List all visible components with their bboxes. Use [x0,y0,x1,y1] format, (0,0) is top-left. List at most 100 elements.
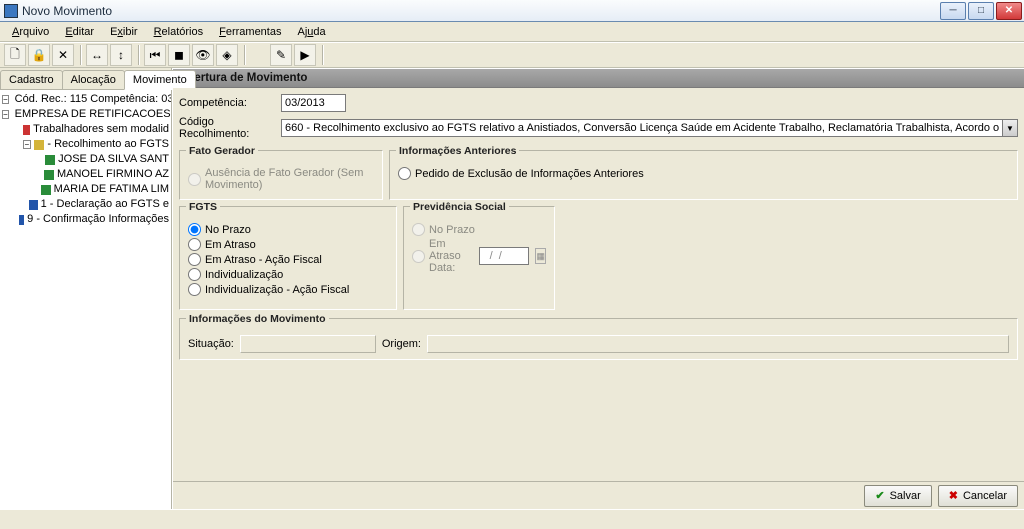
group-row-1: Fato Gerador Ausência de Fato Gerador (S… [179,144,1018,200]
tree-label: EMPRESA DE RETIFICACOES [15,107,171,122]
radio-label: Ausência de Fato Gerador (Sem Movimento) [205,167,374,191]
menu-editar[interactable]: Editar [57,24,102,40]
situacao-label: Situação: [188,338,234,350]
toolbar-expand-h-icon[interactable]: ↔ [86,44,108,66]
toolbar-separator [80,45,82,65]
radio-label: Em Atraso [205,239,256,251]
minimize-button[interactable]: ─ [940,2,966,20]
origem-value [427,335,1009,353]
window-title: Novo Movimento [22,4,938,18]
tree-node-empresa[interactable]: −EMPRESA DE RETIFICACOES [2,107,169,122]
radio-fgts-em-atraso[interactable]: Em Atraso [188,238,388,251]
row-competencia: Competência: [179,94,1018,112]
radio-label: Individualização [205,269,283,281]
radio-prev-no-prazo: No Prazo [412,223,546,236]
radio-input [188,173,201,186]
prev-date-input [479,247,529,265]
work-area: Cadastro Alocação Movimento −Cód. Rec.: … [0,68,1024,509]
menu-relatorios[interactable]: Relatórios [146,24,212,40]
radio-input[interactable] [188,283,201,296]
tree[interactable]: −Cód. Rec.: 115 Competência: 03/20 −EMPR… [0,90,171,509]
group-legend: Informações Anteriores [396,145,519,157]
toolbar: 🗋 🔒 ✕ ↔ ↕ ⏮ ◼ 👁 ◈ ✎ ▶ [0,42,1024,68]
toolbar-find-icon[interactable]: 👁 [192,44,214,66]
radio-input[interactable] [188,268,201,281]
maximize-button[interactable]: □ [968,2,994,20]
group-fato-gerador: Fato Gerador Ausência de Fato Gerador (S… [179,150,383,200]
cod-rec-input[interactable] [281,119,1003,137]
situacao-value [240,335,376,353]
folder-icon [34,140,44,150]
group-legend: Informações do Movimento [186,313,329,325]
radio-pedido-exclusao[interactable]: Pedido de Exclusão de Informações Anteri… [398,167,1009,180]
radio-input[interactable] [188,253,201,266]
radio-fgts-individ[interactable]: Individualização [188,268,388,281]
left-pane: Cadastro Alocação Movimento −Cód. Rec.: … [0,68,172,509]
tree-node-emp1[interactable]: JOSE DA SILVA SANT [2,152,169,167]
right-pane: Abertura de Movimento Competência: Códig… [172,68,1024,509]
tab-movimento[interactable]: Movimento [124,70,196,90]
person-icon [41,185,51,195]
radio-input[interactable] [188,238,201,251]
group-fgts: FGTS No Prazo Em Atraso Em Atraso - Ação… [179,206,397,310]
menu-ferramentas[interactable]: Ferramentas [211,24,289,40]
competencia-label: Competência: [179,97,281,109]
cancelar-button[interactable]: ✖ Cancelar [938,485,1018,507]
tree-node-rec[interactable]: − - Recolhimento ao FGTS [2,137,169,152]
toolbar-delete-icon[interactable]: ✕ [52,44,74,66]
toolbar-expand-v-icon[interactable]: ↕ [110,44,132,66]
radio-label: Em Atraso Data: [429,238,476,274]
button-label: Salvar [890,490,921,502]
tree-label: - Recolhimento ao FGTS [47,137,169,152]
info-row: Situação: Origem: [188,335,1009,353]
radio-fgts-acao-fiscal[interactable]: Em Atraso - Ação Fiscal [188,253,388,266]
row-cod-rec: Código Recolhimento: ▼ [179,116,1018,140]
toolbar-separator [322,45,324,65]
radio-fgts-individ-af[interactable]: Individualização - Ação Fiscal [188,283,388,296]
person-icon [45,155,56,165]
close-button[interactable]: ✕ [996,2,1022,20]
doc-icon [29,200,38,210]
radio-input[interactable] [188,223,201,236]
toolbar-cube-icon[interactable]: ◈ [216,44,238,66]
toolbar-stop-icon[interactable]: ◼ [168,44,190,66]
app-icon [4,4,18,18]
salvar-button[interactable]: ✔ Salvar [864,485,931,507]
tree-node-conf[interactable]: 9 - Confirmação Informações [2,212,169,227]
toolbar-first-icon[interactable]: ⏮ [144,44,166,66]
tab-alocacao[interactable]: Alocação [62,70,125,90]
tree-label: 9 - Confirmação Informações [27,212,169,227]
tree-node-trab[interactable]: Trabalhadores sem modalid [2,122,169,137]
menu-arquivo[interactable]: Arquivo [4,24,57,40]
tab-cadastro[interactable]: Cadastro [0,70,63,90]
doc-icon [19,215,25,225]
toolbar-play-icon[interactable]: ▶ [294,44,316,66]
toolbar-lock-icon[interactable]: 🔒 [28,44,50,66]
tree-label: 1 - Declaração ao FGTS e [41,197,169,212]
radio-label: Pedido de Exclusão de Informações Anteri… [415,168,644,180]
tree-node-root[interactable]: −Cód. Rec.: 115 Competência: 03/20 [2,92,169,107]
tree-node-emp2[interactable]: MANOEL FIRMINO AZ [2,167,169,182]
tree-node-emp3[interactable]: MARIA DE FATIMA LIM [2,182,169,197]
toolbar-separator [138,45,140,65]
toolbar-pencil-icon[interactable]: ✎ [270,44,292,66]
left-tabs: Cadastro Alocação Movimento [0,68,171,90]
radio-input[interactable] [398,167,411,180]
radio-input [412,250,425,263]
dropdown-icon[interactable]: ▼ [1003,119,1018,137]
menu-ajuda[interactable]: Ajuda [289,24,333,40]
competencia-input[interactable] [281,94,346,112]
cod-rec-combo[interactable]: ▼ [281,119,1018,137]
cod-rec-label: Código Recolhimento: [179,116,281,140]
group-legend: Previdência Social [410,201,509,213]
tree-label: JOSE DA SILVA SANT [58,152,169,167]
person-icon [44,170,54,180]
toolbar-new-icon[interactable]: 🗋 [4,44,26,66]
radio-fgts-no-prazo[interactable]: No Prazo [188,223,388,236]
tree-node-decl[interactable]: 1 - Declaração ao FGTS e [2,197,169,212]
menu-exibir[interactable]: Exibir [102,24,146,40]
button-label: Cancelar [963,490,1007,502]
group-previdencia: Previdência Social No Prazo Em Atraso Da… [403,206,555,310]
origem-label: Origem: [382,338,421,350]
panel-title: Abertura de Movimento [173,68,1024,88]
